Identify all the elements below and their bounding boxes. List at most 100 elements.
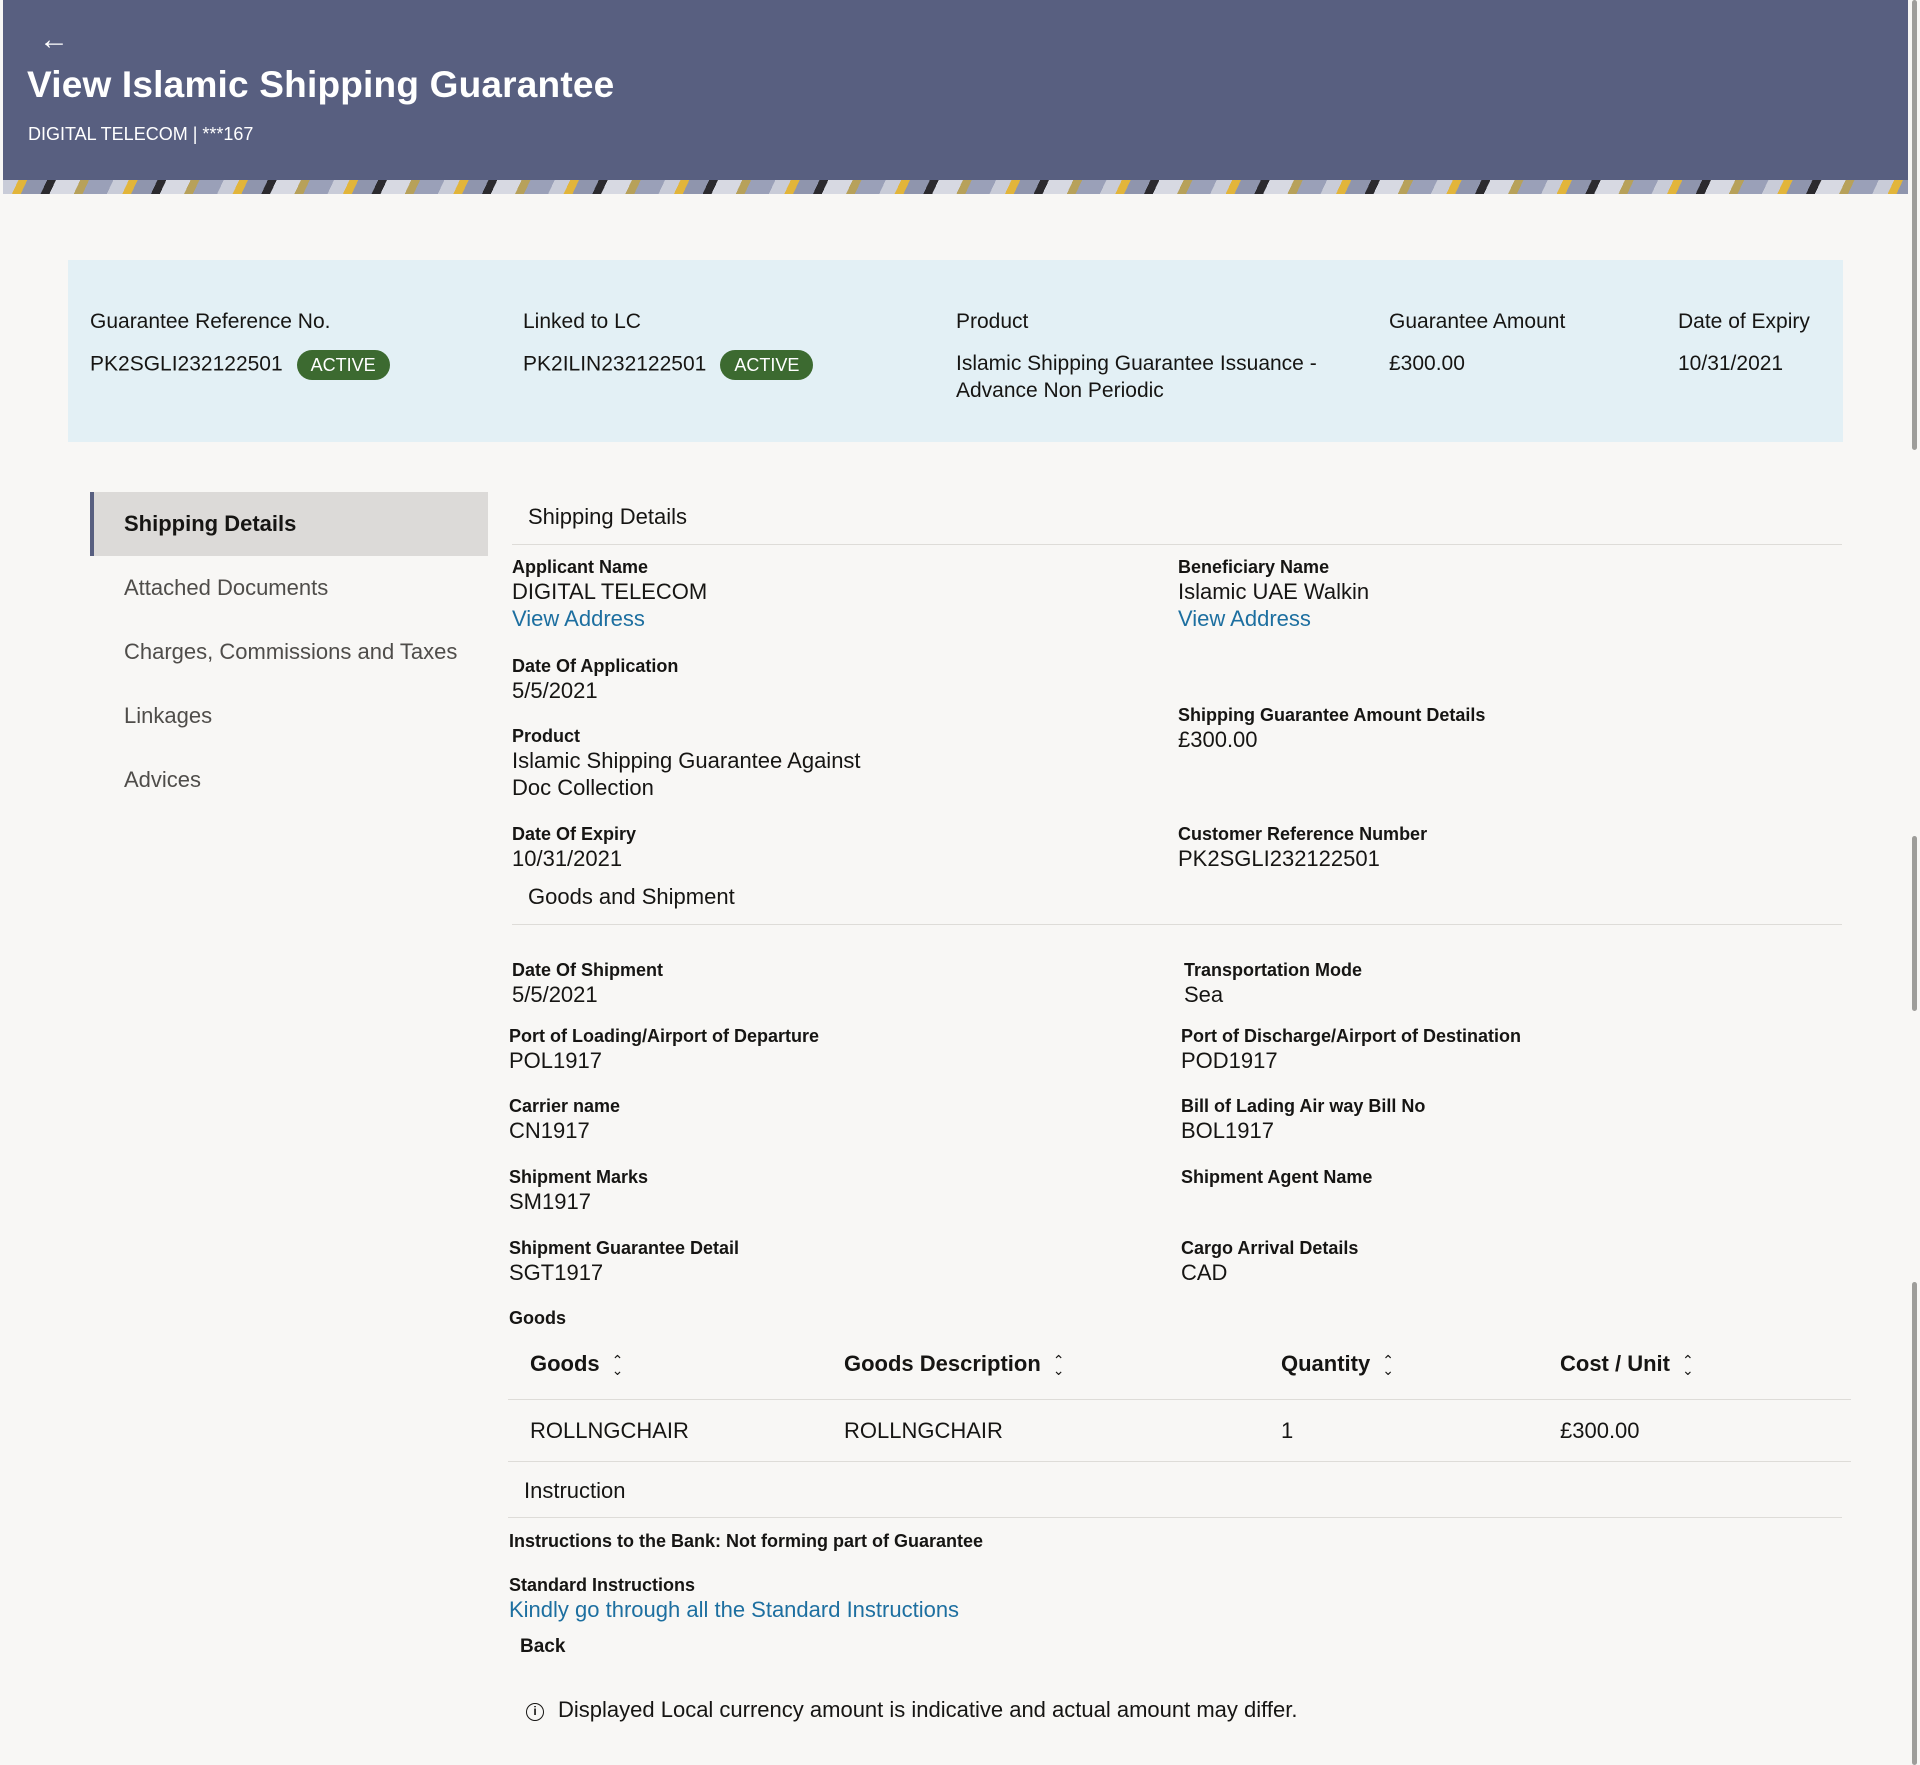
scrollbar[interactable]: [1909, 0, 1920, 1765]
page-title: View Islamic Shipping Guarantee: [27, 64, 615, 105]
section-divider: [512, 544, 1842, 545]
transport-mode-field: Transportation Mode Sea: [1184, 959, 1362, 1008]
port-loading-field: Port of Loading/Airport of Departure POL…: [509, 1025, 819, 1074]
summary-label: Linked to LC: [523, 310, 641, 333]
guarantee-detail-field: Shipment Guarantee Detail SGT1917: [509, 1237, 739, 1286]
port-discharge-field: Port of Discharge/Airport of Destination…: [1181, 1025, 1521, 1074]
port-loading-value: POL1917: [509, 1048, 602, 1073]
nav-item-shipping-details[interactable]: Shipping Details: [90, 492, 488, 556]
field-label: Port of Loading/Airport of Departure: [509, 1026, 819, 1046]
field-label: Product: [512, 726, 581, 746]
summary-label: Product: [956, 310, 1029, 333]
nav-item-charges[interactable]: Charges, Commissions and Taxes: [90, 620, 488, 684]
info-icon: i: [526, 1703, 544, 1721]
product-value-line2: Advance Non Periodic: [956, 379, 1164, 402]
summary-label: Guarantee Reference No.: [90, 310, 331, 333]
guarantee-detail-value: SGT1917: [509, 1260, 604, 1285]
bill-of-lading-field: Bill of Lading Air way Bill No BOL1917: [1181, 1095, 1425, 1144]
sort-icon[interactable]: ⌃ ⌄: [1382, 1353, 1394, 1377]
section-title-instruction: Instruction: [524, 1478, 626, 1503]
product-field: Product Islamic Shipping Guarantee Again…: [512, 725, 861, 801]
field-label: Date Of Expiry: [512, 824, 637, 844]
summary-amount: Guarantee Amount £300.00: [1389, 310, 1565, 377]
table-row: ROLLNGCHAIR ROLLNGCHAIR 1 £300.00: [508, 1400, 1851, 1462]
field-label: Shipment Guarantee Detail: [509, 1238, 740, 1258]
sort-icon[interactable]: ⌃ ⌄: [612, 1353, 624, 1377]
currency-disclaimer: i Displayed Local currency amount is indi…: [526, 1697, 1297, 1723]
date-of-shipment-field: Date Of Shipment 5/5/2021: [512, 959, 663, 1008]
applicant-view-address-link[interactable]: View Address: [512, 605, 707, 632]
customer-ref-field: Customer Reference Number PK2SGLI2321225…: [1178, 823, 1427, 872]
bank-instructions: Instructions to the Bank: Not forming pa…: [509, 1531, 984, 1551]
summary-linked-lc: Linked to LC PK2ILIN232122501 ACTIVE: [523, 310, 814, 380]
bill-of-lading-value: BOL1917: [1181, 1118, 1274, 1143]
date-of-expiry-field: Date Of Expiry 10/31/2021: [512, 823, 636, 872]
sort-icon[interactable]: ⌃ ⌄: [1682, 1353, 1694, 1377]
table-cell: 1: [1281, 1418, 1294, 1443]
summary-label: Date of Expiry: [1678, 310, 1810, 333]
header-pattern: [3, 180, 1908, 194]
scrollbar-thumb-tertiary[interactable]: [1912, 1282, 1917, 1765]
scrollbar-thumb-secondary[interactable]: [1912, 836, 1917, 1011]
table-cell: ROLLNGCHAIR: [844, 1418, 1003, 1443]
summary-banner: Guarantee Reference No. PK2SGLI232122501…: [68, 260, 1843, 442]
carrier-value: CN1917: [509, 1118, 590, 1143]
summary-product: Product Islamic Shipping Guarantee Issua…: [956, 310, 1317, 404]
table-cell: £300.00: [1560, 1418, 1640, 1443]
port-discharge-value: POD1917: [1181, 1048, 1278, 1073]
nav-item-linkages[interactable]: Linkages: [90, 684, 488, 748]
field-label: Applicant Name: [512, 557, 649, 577]
back-arrow-icon[interactable]: ←: [39, 22, 69, 58]
date-of-application-value: 5/5/2021: [512, 678, 598, 703]
field-label: Shipping Guarantee Amount Details: [1178, 705, 1486, 725]
column-header-quantity[interactable]: Quantity ⌃ ⌄: [1281, 1328, 1394, 1400]
applicant-value: DIGITAL TELECOM: [512, 579, 708, 604]
beneficiary-value: Islamic UAE Walkin: [1178, 579, 1370, 604]
product-value-line1: Islamic Shipping Guarantee Against: [512, 748, 861, 773]
standard-instructions-link[interactable]: Kindly go through all the Standard Instr…: [509, 1596, 959, 1623]
shipment-marks-value: SM1917: [509, 1189, 591, 1214]
carrier-field: Carrier name CN1917: [509, 1095, 620, 1144]
back-button[interactable]: Back: [520, 1636, 565, 1658]
summary-label: Guarantee Amount: [1389, 310, 1566, 333]
beneficiary-field: Beneficiary Name Islamic UAE Walkin View…: [1178, 556, 1369, 632]
sort-icon[interactable]: ⌃ ⌄: [1053, 1353, 1065, 1377]
amount-details-field: Shipping Guarantee Amount Details £300.0…: [1178, 704, 1485, 753]
field-label: Cargo Arrival Details: [1181, 1238, 1359, 1258]
field-label: Shipment Agent Name: [1181, 1167, 1373, 1187]
field-label: Port of Discharge/Airport of Destination: [1181, 1026, 1522, 1046]
field-label: Bill of Lading Air way Bill No: [1181, 1096, 1426, 1116]
customer-ref-value: PK2SGLI232122501: [1178, 846, 1380, 871]
expiry-value: 10/31/2021: [1678, 352, 1784, 375]
date-of-expiry-value: 10/31/2021: [512, 846, 623, 871]
goods-table: Goods ⌃ ⌄ Goods Description ⌃ ⌄ Quantity ⌃ ⌄ C…: [508, 1328, 1851, 1462]
product-value-line1: Islamic Shipping Guarantee Issuance -: [956, 352, 1317, 375]
amount-value: £300.00: [1389, 352, 1465, 375]
agent-name-field: Shipment Agent Name: [1181, 1166, 1372, 1188]
page-subtitle: DIGITAL TELECOM | ***167: [28, 124, 254, 144]
column-header-goods-description[interactable]: Goods Description ⌃ ⌄: [844, 1328, 1065, 1400]
section-divider: [508, 1517, 1842, 1518]
disclaimer-text: Displayed Local currency amount is indic…: [558, 1697, 1298, 1722]
cargo-arrival-field: Cargo Arrival Details CAD: [1181, 1237, 1358, 1286]
transport-mode-value: Sea: [1184, 982, 1224, 1007]
field-label: Customer Reference Number: [1178, 824, 1428, 844]
summary-guarantee-ref: Guarantee Reference No. PK2SGLI232122501…: [90, 310, 390, 380]
status-badge: ACTIVE: [296, 350, 390, 380]
scrollbar-thumb[interactable]: [1912, 0, 1917, 450]
field-label: Date Of Application: [512, 656, 679, 676]
column-header-cost-unit[interactable]: Cost / Unit ⌃ ⌄: [1560, 1328, 1694, 1400]
guarantee-ref-value: PK2SGLI232122501: [90, 352, 283, 376]
standard-instructions-field: Standard Instructions Kindly go through …: [509, 1574, 959, 1623]
table-header-row: Goods ⌃ ⌄ Goods Description ⌃ ⌄ Quantity ⌃ ⌄ C…: [508, 1328, 1851, 1400]
column-header-goods[interactable]: Goods ⌃ ⌄: [530, 1328, 623, 1400]
section-title-shipping: Shipping Details: [528, 504, 687, 529]
status-badge: ACTIVE: [720, 350, 814, 380]
beneficiary-view-address-link[interactable]: View Address: [1178, 605, 1369, 632]
field-label: Carrier name: [509, 1096, 621, 1116]
nav-item-attached-documents[interactable]: Attached Documents: [90, 556, 488, 620]
side-navigation: Shipping Details Attached Documents Char…: [90, 492, 488, 812]
date-of-application-field: Date Of Application 5/5/2021: [512, 655, 678, 704]
nav-item-advices[interactable]: Advices: [90, 748, 488, 812]
page-header: ← View Islamic Shipping Guarantee DIGITA…: [3, 0, 1908, 194]
